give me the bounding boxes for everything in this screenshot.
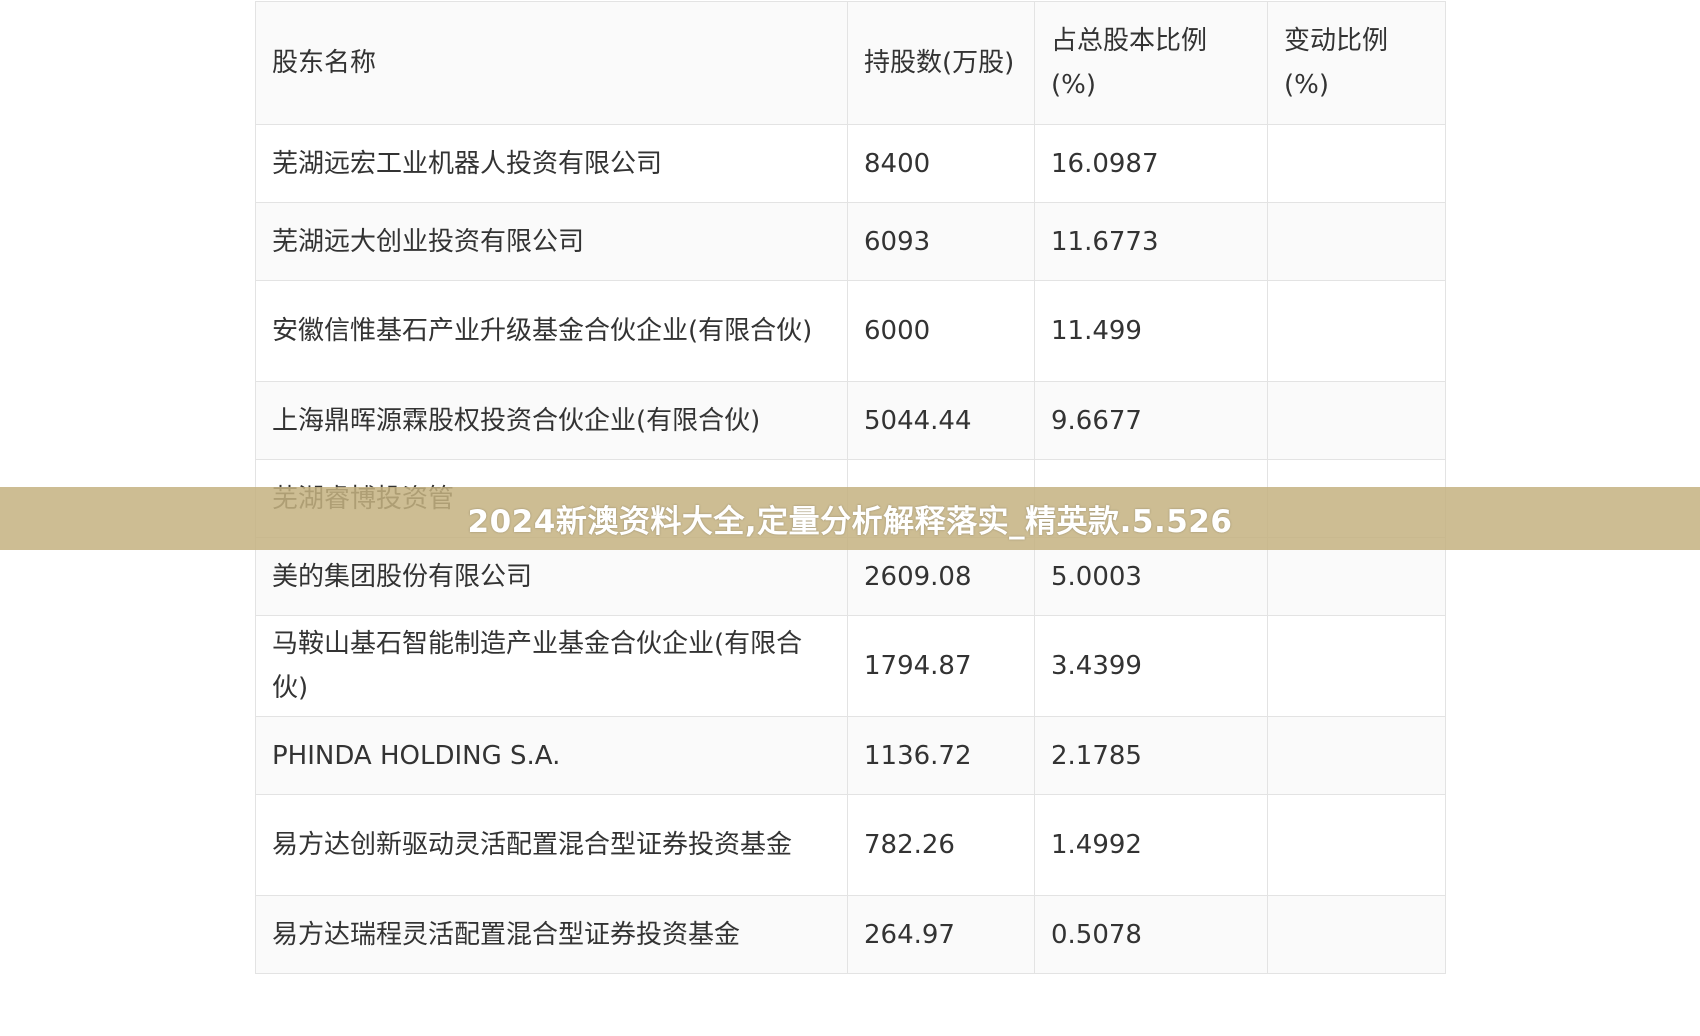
- cell-change: [1267, 895, 1446, 974]
- page: 股东名称 持股数(万股) 占总股本比例(%) 变动比例(%) 芜湖远宏工业机器人…: [0, 0, 1700, 1036]
- cell-change: [1267, 202, 1446, 281]
- table-row: 易方达瑞程灵活配置混合型证券投资基金 264.97 0.5078: [255, 895, 1446, 974]
- cell-change: [1267, 280, 1446, 382]
- cell-name: 芜湖远宏工业机器人投资有限公司: [255, 124, 848, 203]
- overlay-banner: 2024新澳资料大全,定量分析解释落实_精英款.5.526: [0, 487, 1700, 550]
- cell-name: 易方达创新驱动灵活配置混合型证券投资基金: [255, 794, 848, 896]
- cell-pct: 0.5078: [1034, 895, 1268, 974]
- table-row: 芜湖远大创业投资有限公司 6093 11.6773: [255, 202, 1446, 281]
- cell-shares: 1136.72: [847, 716, 1035, 795]
- cell-pct: 3.4399: [1034, 615, 1268, 717]
- cell-pct: 16.0987: [1034, 124, 1268, 203]
- cell-change: [1267, 615, 1446, 717]
- header-change-ratio: 变动比例(%): [1267, 1, 1446, 125]
- cell-name: PHINDA HOLDING S.A.: [255, 716, 848, 795]
- cell-pct: 9.6677: [1034, 381, 1268, 460]
- table-row: 马鞍山基石智能制造产业基金合伙企业(有限合伙) 1794.87 3.4399: [255, 615, 1446, 717]
- cell-shares: 1794.87: [847, 615, 1035, 717]
- header-shares: 持股数(万股): [847, 1, 1035, 125]
- cell-name: 马鞍山基石智能制造产业基金合伙企业(有限合伙): [255, 615, 848, 717]
- cell-change: [1267, 716, 1446, 795]
- cell-name: 芜湖远大创业投资有限公司: [255, 202, 848, 281]
- header-share-ratio: 占总股本比例(%): [1034, 1, 1268, 125]
- cell-change: [1267, 124, 1446, 203]
- cell-shares: 6093: [847, 202, 1035, 281]
- table-header-row: 股东名称 持股数(万股) 占总股本比例(%) 变动比例(%): [255, 1, 1446, 125]
- cell-name: 上海鼎晖源霖股权投资合伙企业(有限合伙): [255, 381, 848, 460]
- cell-change: [1267, 794, 1446, 896]
- table-row: PHINDA HOLDING S.A. 1136.72 2.1785: [255, 716, 1446, 795]
- cell-pct: 11.6773: [1034, 202, 1268, 281]
- cell-shares: 6000: [847, 280, 1035, 382]
- table-row: 易方达创新驱动灵活配置混合型证券投资基金 782.26 1.4992: [255, 794, 1446, 896]
- cell-shares: 264.97: [847, 895, 1035, 974]
- cell-shares: 8400: [847, 124, 1035, 203]
- cell-pct: 11.499: [1034, 280, 1268, 382]
- cell-change: [1267, 381, 1446, 460]
- header-shareholder-name: 股东名称: [255, 1, 848, 125]
- table-row: 芜湖远宏工业机器人投资有限公司 8400 16.0987: [255, 124, 1446, 203]
- table-row: 上海鼎晖源霖股权投资合伙企业(有限合伙) 5044.44 9.6677: [255, 381, 1446, 460]
- banner-text: 2024新澳资料大全,定量分析解释落实_精英款.5.526: [467, 504, 1233, 540]
- cell-shares: 5044.44: [847, 381, 1035, 460]
- cell-pct: 1.4992: [1034, 794, 1268, 896]
- cell-shares: 782.26: [847, 794, 1035, 896]
- cell-name: 易方达瑞程灵活配置混合型证券投资基金: [255, 895, 848, 974]
- cell-pct: 2.1785: [1034, 716, 1268, 795]
- table-row: 安徽信惟基石产业升级基金合伙企业(有限合伙) 6000 11.499: [255, 280, 1446, 382]
- cell-name: 安徽信惟基石产业升级基金合伙企业(有限合伙): [255, 280, 848, 382]
